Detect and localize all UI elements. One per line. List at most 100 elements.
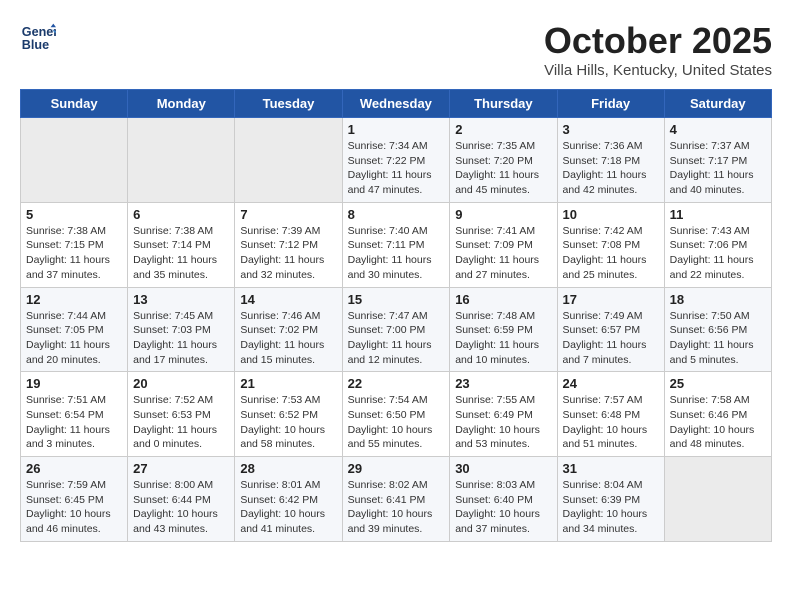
day-info: Sunrise: 8:02 AM Sunset: 6:41 PM Dayligh…: [348, 478, 445, 537]
weekday-header: Wednesday: [342, 90, 450, 118]
day-number: 17: [563, 292, 659, 307]
month-title: October 2025: [544, 20, 772, 62]
calendar-cell: [664, 457, 771, 542]
calendar-cell: 3 Sunrise: 7:36 AM Sunset: 7:18 PM Daylig…: [557, 118, 664, 203]
calendar-cell: 9 Sunrise: 7:41 AM Sunset: 7:09 PM Daylig…: [450, 202, 557, 287]
calendar-cell: 21 Sunrise: 7:53 AM Sunset: 6:52 PM Dayli…: [235, 372, 342, 457]
day-number: 4: [670, 122, 766, 137]
day-info: Sunrise: 7:55 AM Sunset: 6:49 PM Dayligh…: [455, 393, 551, 452]
calendar-cell: 7Sunrise: 7:39 AM Sunset: 7:12 PM Daylig…: [235, 202, 342, 287]
calendar-cell: 14Sunrise: 7:46 AM Sunset: 7:02 PM Dayli…: [235, 287, 342, 372]
day-info: Sunrise: 7:39 AM Sunset: 7:12 PM Dayligh…: [240, 224, 336, 283]
day-info: Sunrise: 7:59 AM Sunset: 6:45 PM Dayligh…: [26, 478, 122, 537]
calendar-cell: 5Sunrise: 7:38 AM Sunset: 7:15 PM Daylig…: [21, 202, 128, 287]
svg-text:Blue: Blue: [22, 38, 49, 52]
calendar-cell: 6Sunrise: 7:38 AM Sunset: 7:14 PM Daylig…: [128, 202, 235, 287]
day-info: Sunrise: 7:49 AM Sunset: 6:57 PM Dayligh…: [563, 309, 659, 368]
calendar-cell: 25 Sunrise: 7:58 AM Sunset: 6:46 PM Dayli…: [664, 372, 771, 457]
day-number: 3: [563, 122, 659, 137]
day-info: Sunrise: 7:53 AM Sunset: 6:52 PM Dayligh…: [240, 393, 336, 452]
calendar-week-row: 1Sunrise: 7:34 AM Sunset: 7:22 PM Daylig…: [21, 118, 772, 203]
day-number: 6: [133, 207, 229, 222]
calendar-cell: [128, 118, 235, 203]
calendar-cell: 23 Sunrise: 7:55 AM Sunset: 6:49 PM Dayli…: [450, 372, 557, 457]
day-info: Sunrise: 7:41 AM Sunset: 7:09 PM Dayligh…: [455, 224, 551, 283]
day-info: Sunrise: 7:54 AM Sunset: 6:50 PM Dayligh…: [348, 393, 445, 452]
day-info: Sunrise: 7:58 AM Sunset: 6:46 PM Dayligh…: [670, 393, 766, 452]
calendar-cell: 22Sunrise: 7:54 AM Sunset: 6:50 PM Dayli…: [342, 372, 450, 457]
day-info: Sunrise: 7:57 AM Sunset: 6:48 PM Dayligh…: [563, 393, 659, 452]
day-info: Sunrise: 8:01 AM Sunset: 6:42 PM Dayligh…: [240, 478, 336, 537]
location: Villa Hills, Kentucky, United States: [544, 62, 772, 79]
calendar-cell: 18Sunrise: 7:50 AM Sunset: 6:56 PM Dayli…: [664, 287, 771, 372]
day-info: Sunrise: 7:47 AM Sunset: 7:00 PM Dayligh…: [348, 309, 445, 368]
calendar-cell: 28 Sunrise: 8:01 AM Sunset: 6:42 PM Dayli…: [235, 457, 342, 542]
day-number: 10: [563, 207, 659, 222]
day-info: Sunrise: 7:52 AM Sunset: 6:53 PM Dayligh…: [133, 393, 229, 452]
day-number: 21: [240, 376, 336, 391]
day-number: 28: [240, 461, 336, 476]
day-number: 30: [455, 461, 551, 476]
calendar-cell: 31 Sunrise: 8:04 AM Sunset: 6:39 PM Dayli…: [557, 457, 664, 542]
page-header: General Blue October 2025 Villa Hills, K…: [20, 20, 772, 79]
day-number: 8: [348, 207, 445, 222]
day-number: 19: [26, 376, 122, 391]
day-number: 23: [455, 376, 551, 391]
day-info: Sunrise: 7:46 AM Sunset: 7:02 PM Dayligh…: [240, 309, 336, 368]
day-info: Sunrise: 7:35 AM Sunset: 7:20 PM Dayligh…: [455, 139, 551, 198]
calendar-week-row: 12 Sunrise: 7:44 AM Sunset: 7:05 PM Dayli…: [21, 287, 772, 372]
weekday-header: Thursday: [450, 90, 557, 118]
day-info: Sunrise: 8:04 AM Sunset: 6:39 PM Dayligh…: [563, 478, 659, 537]
weekday-header: Tuesday: [235, 90, 342, 118]
calendar-cell: 8 Sunrise: 7:40 AM Sunset: 7:11 PM Daylig…: [342, 202, 450, 287]
calendar-cell: 15 Sunrise: 7:47 AM Sunset: 7:00 PM Dayli…: [342, 287, 450, 372]
weekday-header: Sunday: [21, 90, 128, 118]
day-info: Sunrise: 7:42 AM Sunset: 7:08 PM Dayligh…: [563, 224, 659, 283]
day-number: 24: [563, 376, 659, 391]
day-info: Sunrise: 7:48 AM Sunset: 6:59 PM Dayligh…: [455, 309, 551, 368]
calendar-cell: [21, 118, 128, 203]
calendar-cell: 19Sunrise: 7:51 AM Sunset: 6:54 PM Dayli…: [21, 372, 128, 457]
calendar-cell: 10 Sunrise: 7:42 AM Sunset: 7:08 PM Dayli…: [557, 202, 664, 287]
day-info: Sunrise: 7:44 AM Sunset: 7:05 PM Dayligh…: [26, 309, 122, 368]
calendar-cell: 13Sunrise: 7:45 AM Sunset: 7:03 PM Dayli…: [128, 287, 235, 372]
day-number: 2: [455, 122, 551, 137]
day-info: Sunrise: 7:37 AM Sunset: 7:17 PM Dayligh…: [670, 139, 766, 198]
logo: General Blue: [20, 20, 56, 56]
calendar-cell: 12 Sunrise: 7:44 AM Sunset: 7:05 PM Dayli…: [21, 287, 128, 372]
day-info: Sunrise: 8:00 AM Sunset: 6:44 PM Dayligh…: [133, 478, 229, 537]
calendar-cell: 30Sunrise: 8:03 AM Sunset: 6:40 PM Dayli…: [450, 457, 557, 542]
title-area: October 2025 Villa Hills, Kentucky, Unit…: [544, 20, 772, 79]
day-number: 26: [26, 461, 122, 476]
day-number: 5: [26, 207, 122, 222]
calendar-cell: 20 Sunrise: 7:52 AM Sunset: 6:53 PM Dayli…: [128, 372, 235, 457]
day-number: 11: [670, 207, 766, 222]
calendar-cell: 11 Sunrise: 7:43 AM Sunset: 7:06 PM Dayli…: [664, 202, 771, 287]
weekday-header: Monday: [128, 90, 235, 118]
day-number: 25: [670, 376, 766, 391]
logo-icon: General Blue: [20, 20, 56, 56]
calendar-cell: 26 Sunrise: 7:59 AM Sunset: 6:45 PM Dayli…: [21, 457, 128, 542]
calendar-cell: 29Sunrise: 8:02 AM Sunset: 6:41 PM Dayli…: [342, 457, 450, 542]
calendar-cell: [235, 118, 342, 203]
day-number: 20: [133, 376, 229, 391]
calendar-week-row: 19Sunrise: 7:51 AM Sunset: 6:54 PM Dayli…: [21, 372, 772, 457]
calendar-cell: 27Sunrise: 8:00 AM Sunset: 6:44 PM Dayli…: [128, 457, 235, 542]
day-info: Sunrise: 7:50 AM Sunset: 6:56 PM Dayligh…: [670, 309, 766, 368]
day-info: Sunrise: 7:45 AM Sunset: 7:03 PM Dayligh…: [133, 309, 229, 368]
weekday-header: Saturday: [664, 90, 771, 118]
day-info: Sunrise: 7:40 AM Sunset: 7:11 PM Dayligh…: [348, 224, 445, 283]
calendar-cell: 1Sunrise: 7:34 AM Sunset: 7:22 PM Daylig…: [342, 118, 450, 203]
calendar-table: SundayMondayTuesdayWednesdayThursdayFrid…: [20, 89, 772, 542]
day-number: 12: [26, 292, 122, 307]
day-number: 15: [348, 292, 445, 307]
calendar-week-row: 5Sunrise: 7:38 AM Sunset: 7:15 PM Daylig…: [21, 202, 772, 287]
calendar-cell: 16Sunrise: 7:48 AM Sunset: 6:59 PM Dayli…: [450, 287, 557, 372]
day-number: 31: [563, 461, 659, 476]
weekday-header-row: SundayMondayTuesdayWednesdayThursdayFrid…: [21, 90, 772, 118]
day-info: Sunrise: 7:36 AM Sunset: 7:18 PM Dayligh…: [563, 139, 659, 198]
day-info: Sunrise: 7:34 AM Sunset: 7:22 PM Dayligh…: [348, 139, 445, 198]
weekday-header: Friday: [557, 90, 664, 118]
day-number: 9: [455, 207, 551, 222]
day-info: Sunrise: 7:43 AM Sunset: 7:06 PM Dayligh…: [670, 224, 766, 283]
